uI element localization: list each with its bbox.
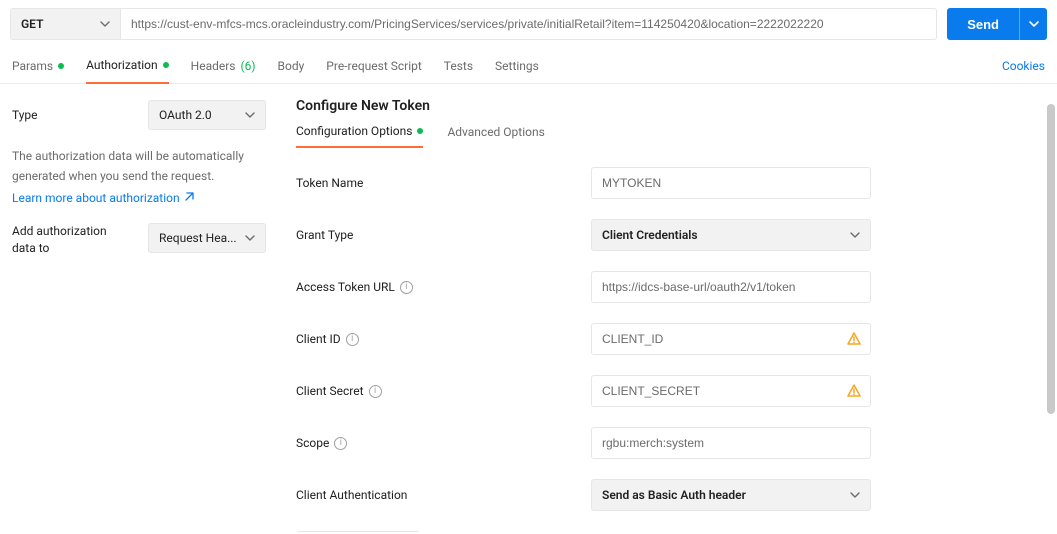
label-text: Client Authentication	[296, 488, 407, 502]
scrollbar-thumb[interactable]	[1047, 104, 1055, 414]
scrollbar-track[interactable]	[1045, 86, 1057, 534]
input-scope[interactable]	[602, 436, 860, 450]
status-dot-icon	[163, 62, 169, 68]
row-token-name: Token Name	[296, 167, 1039, 199]
row-client-secret: Client Secret i	[296, 375, 1039, 407]
label-client-auth: Client Authentication	[296, 488, 591, 502]
input-client-id[interactable]	[602, 332, 860, 346]
label-text: Client Secret	[296, 384, 364, 398]
row-client-id: Client ID i	[296, 323, 1039, 355]
cookies-link[interactable]: Cookies	[1002, 49, 1045, 83]
info-icon[interactable]: i	[400, 281, 413, 294]
clear-cookies-button[interactable]: Clear cookies	[296, 531, 420, 532]
label-scope: Scope i	[296, 436, 591, 450]
add-auth-data-row: Add authorization data to Request Hea...	[12, 223, 266, 257]
input-token-name-wrap	[591, 167, 871, 199]
status-dot-icon	[58, 63, 64, 69]
panel-title: Configure New Token	[296, 98, 1039, 114]
add-auth-data-value: Request Hea...	[159, 231, 237, 245]
learn-more-link[interactable]: Learn more about authorization	[12, 191, 194, 205]
info-icon[interactable]: i	[346, 333, 359, 346]
tab-settings[interactable]: Settings	[495, 49, 539, 83]
label-access-token-url: Access Token URL i	[296, 280, 591, 294]
method-value: GET	[21, 17, 43, 31]
label-grant-type: Grant Type	[296, 228, 591, 242]
select-grant-type[interactable]: Client Credentials	[591, 219, 871, 251]
input-client-secret[interactable]	[602, 384, 860, 398]
tab-params[interactable]: Params	[12, 49, 64, 83]
label-text: Client ID	[296, 332, 341, 346]
info-icon[interactable]: i	[369, 385, 382, 398]
input-token-name[interactable]	[602, 176, 860, 190]
add-auth-data-label: Add authorization data to	[12, 223, 122, 257]
chevron-down-icon	[245, 110, 255, 120]
row-access-token-url: Access Token URL i	[296, 271, 1039, 303]
label-client-secret: Client Secret i	[296, 384, 591, 398]
label-text: Access Token URL	[296, 280, 395, 294]
input-access-token-url[interactable]	[602, 280, 860, 294]
row-client-auth: Client Authentication Send as Basic Auth…	[296, 479, 1039, 511]
label-text: Grant Type	[296, 228, 353, 242]
label-line: data to	[12, 240, 122, 257]
auth-type-value: OAuth 2.0	[159, 108, 212, 122]
auth-sidebar: Type OAuth 2.0 The authorization data wi…	[0, 84, 278, 532]
request-bar: GET Send	[0, 0, 1057, 48]
tab-label: Authorization	[86, 58, 158, 72]
chevron-down-icon	[1029, 19, 1039, 29]
auth-type-row: Type OAuth 2.0	[12, 100, 266, 130]
warning-icon	[846, 331, 862, 350]
status-dot-icon	[417, 128, 423, 134]
learn-more-text: Learn more about authorization	[12, 191, 180, 205]
label-text: Token Name	[296, 176, 363, 190]
headers-count: (6)	[241, 59, 256, 73]
chevron-down-icon	[850, 230, 860, 240]
subtab-configuration-options[interactable]: Configuration Options	[296, 124, 423, 148]
tab-label: Headers	[191, 59, 236, 73]
tab-label: Params	[12, 59, 53, 73]
subtab-advanced-options[interactable]: Advanced Options	[447, 124, 544, 148]
auth-description: The authorization data will be automatic…	[12, 146, 266, 187]
chevron-down-icon	[100, 19, 110, 29]
auth-description-line: The authorization data will be automatic…	[12, 146, 266, 166]
tab-prerequest-script[interactable]: Pre-request Script	[326, 49, 421, 83]
warning-icon	[846, 383, 862, 402]
tabs-row: Params Authorization Headers (6) Body Pr…	[0, 48, 1057, 84]
select-client-auth[interactable]: Send as Basic Auth header	[591, 479, 871, 511]
label-line: Add authorization	[12, 223, 122, 240]
auth-type-select[interactable]: OAuth 2.0	[148, 100, 266, 130]
row-grant-type: Grant Type Client Credentials	[296, 219, 1039, 251]
select-value: Client Credentials	[602, 228, 698, 242]
input-scope-wrap	[591, 427, 871, 459]
label-token-name: Token Name	[296, 176, 591, 190]
input-access-token-url-wrap	[591, 271, 871, 303]
oauth-config-panel: Configure New Token Configuration Option…	[278, 84, 1057, 532]
tab-headers[interactable]: Headers (6)	[191, 49, 256, 83]
info-icon[interactable]: i	[334, 437, 347, 450]
type-label: Type	[12, 108, 38, 122]
input-client-id-wrap	[591, 323, 871, 355]
send-dropdown-button[interactable]	[1019, 8, 1047, 40]
tab-tests[interactable]: Tests	[444, 49, 473, 83]
label-text: Scope	[296, 436, 329, 450]
input-client-secret-wrap	[591, 375, 871, 407]
sub-tabs: Configuration Options Advanced Options	[296, 124, 1039, 149]
label-client-id: Client ID i	[296, 332, 591, 346]
row-scope: Scope i	[296, 427, 1039, 459]
tab-body[interactable]: Body	[278, 49, 305, 83]
auth-description-line: generated when you send the request.	[12, 166, 266, 186]
chevron-down-icon	[850, 490, 860, 500]
url-input[interactable]	[120, 8, 937, 40]
add-auth-data-select[interactable]: Request Hea...	[148, 223, 266, 253]
chevron-down-icon	[245, 233, 255, 243]
subtab-label: Configuration Options	[296, 124, 412, 138]
external-link-icon	[184, 191, 194, 205]
clear-cookies-row: Clear cookies i	[296, 531, 1039, 532]
main-area: Type OAuth 2.0 The authorization data wi…	[0, 84, 1057, 532]
select-value: Send as Basic Auth header	[602, 488, 746, 502]
send-button-group: Send	[947, 8, 1047, 40]
method-select[interactable]: GET	[10, 8, 120, 40]
tab-authorization[interactable]: Authorization	[86, 48, 169, 84]
send-button[interactable]: Send	[947, 8, 1019, 40]
